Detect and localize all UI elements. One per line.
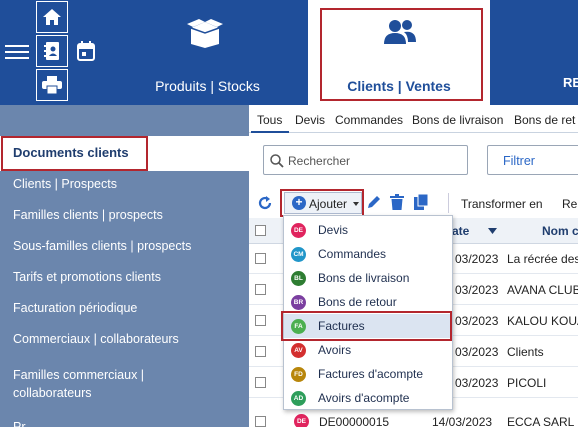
calendar-icon[interactable] (70, 35, 102, 67)
tab-devis[interactable]: Devis (295, 113, 325, 127)
top-navigation-bar: Produits | Stocks Clients | Ventes RE (0, 0, 578, 105)
sidebar-item-commerciaux[interactable]: Commerciaux | collaborateurs (13, 330, 179, 348)
menu-item-avoirs-acompte[interactable]: AD Avoirs d'acompte (284, 386, 452, 410)
highlight-frame (1, 136, 148, 171)
menu-item-avoirs[interactable]: AV Avoirs (284, 338, 452, 362)
nav-products-stocks[interactable]: Produits | Stocks (140, 0, 275, 105)
refresh-icon[interactable] (257, 195, 273, 211)
highlight-frame (320, 8, 483, 101)
edit-icon[interactable] (366, 194, 382, 210)
column-header-date[interactable]: ate (452, 224, 469, 238)
sidebar: Documents clients Clients | Prospects Fa… (0, 105, 249, 427)
row-name: KALOU KOUA (507, 314, 578, 328)
row-date: 03/2023 (455, 345, 499, 359)
row-checkbox[interactable] (255, 315, 266, 326)
tab-bons-livraison[interactable]: Bons de livraison (412, 113, 503, 127)
tab-bons-retour[interactable]: Bons de ret (514, 113, 575, 127)
print-icon[interactable] (36, 69, 68, 101)
badge-devis: DE (294, 414, 309, 427)
menu-item-label: Bons de livraison (318, 271, 410, 285)
badge-icon: CM (291, 247, 306, 262)
sidebar-item-label: Familles commerciaux | (13, 368, 145, 382)
menu-item-bons-livraison[interactable]: BL Bons de livraison (284, 266, 452, 290)
more-button[interactable]: Re (562, 197, 577, 211)
row-date: 03/2023 (455, 252, 499, 266)
sidebar-item-sous-familles[interactable]: Sous-familles clients | prospects (13, 237, 191, 255)
document-tabs: Tous Devis Commandes Bons de livraison B… (249, 105, 578, 133)
row-name: La récrée des (507, 252, 578, 266)
nav-overflow[interactable]: RE (563, 75, 578, 105)
row-name: AVANA CLUB (507, 283, 578, 297)
menu-item-commandes[interactable]: CM Commandes (284, 242, 452, 266)
menu-item-devis[interactable]: DE Devis (284, 218, 452, 242)
sidebar-item-facturation[interactable]: Facturation périodique (13, 299, 137, 317)
nav-label: Produits | Stocks (155, 78, 260, 94)
row-checkbox[interactable] (255, 346, 266, 357)
filter-button[interactable]: Filtrer (487, 145, 578, 175)
box-icon (187, 18, 223, 51)
tab-tous[interactable]: Tous (257, 113, 282, 127)
menu-item-label: Avoirs d'acompte (318, 391, 410, 405)
table-row[interactable]: DE DE00000015 14/03/2023 ECCA SARL (249, 407, 578, 427)
search-placeholder: Rechercher (288, 154, 351, 168)
highlight-frame (280, 189, 364, 217)
row-date: 14/03/2023 (432, 415, 493, 427)
badge-icon: FD (291, 367, 306, 382)
sidebar-item-familles-commerciaux[interactable]: Familles commerciaux | collaborateurs (13, 366, 144, 402)
badge-icon: BR (291, 295, 306, 310)
row-date: 03/2023 (455, 283, 499, 297)
row-name: PICOLI (507, 376, 547, 390)
highlight-frame (281, 311, 452, 341)
row-code: DE00000015 (319, 415, 390, 427)
column-header-name[interactable]: Nom c (542, 224, 578, 238)
add-dropdown-menu: DE Devis CM Commandes BL Bons de livrais… (281, 215, 453, 410)
menu-item-factures-acompte[interactable]: FD Factures d'acompte (284, 362, 452, 386)
copy-icon[interactable] (414, 194, 429, 210)
badge-icon: DE (291, 223, 306, 238)
select-all-checkbox[interactable] (255, 225, 266, 236)
menu-item-label: Commandes (318, 247, 387, 261)
row-name: ECCA SARL (507, 415, 575, 427)
tab-commandes[interactable]: Commandes (335, 113, 403, 127)
menu-item-label: Avoirs (318, 343, 352, 357)
row-date: 03/2023 (455, 314, 499, 328)
row-name: Clients (507, 345, 544, 359)
transform-button[interactable]: Transformer en (461, 197, 543, 211)
row-checkbox[interactable] (255, 253, 266, 264)
search-icon (270, 154, 284, 168)
menu-item-label: Devis (318, 223, 349, 237)
row-checkbox[interactable] (255, 377, 266, 388)
sidebar-item-more[interactable]: Pr... (13, 418, 35, 427)
badge-icon: AV (291, 343, 306, 358)
search-input[interactable]: Rechercher (263, 145, 468, 175)
sidebar-item-tarifs[interactable]: Tarifs et promotions clients (13, 268, 161, 286)
toolbar: + Ajouter Transformer en Re (249, 189, 578, 217)
menu-item-label: Factures d'acompte (318, 367, 424, 381)
row-checkbox[interactable] (255, 284, 266, 295)
sidebar-item-familles-clients[interactable]: Familles clients | prospects (13, 206, 163, 224)
menu-item-label: Bons de retour (318, 295, 397, 309)
sort-down-icon[interactable] (488, 228, 497, 234)
sidebar-item-label: collaborateurs (13, 386, 92, 400)
toolbar-divider (448, 193, 449, 213)
row-date: 03/2023 (455, 376, 499, 390)
row-checkbox[interactable] (255, 416, 266, 427)
menu-icon[interactable] (5, 42, 29, 62)
filter-label: Filtrer (503, 154, 535, 168)
delete-icon[interactable] (390, 194, 404, 210)
badge-icon: BL (291, 271, 306, 286)
home-icon[interactable] (36, 1, 68, 33)
badge-icon: AD (291, 391, 306, 406)
address-book-icon[interactable] (36, 35, 68, 67)
sidebar-item-clients-prospects[interactable]: Clients | Prospects (13, 175, 117, 193)
